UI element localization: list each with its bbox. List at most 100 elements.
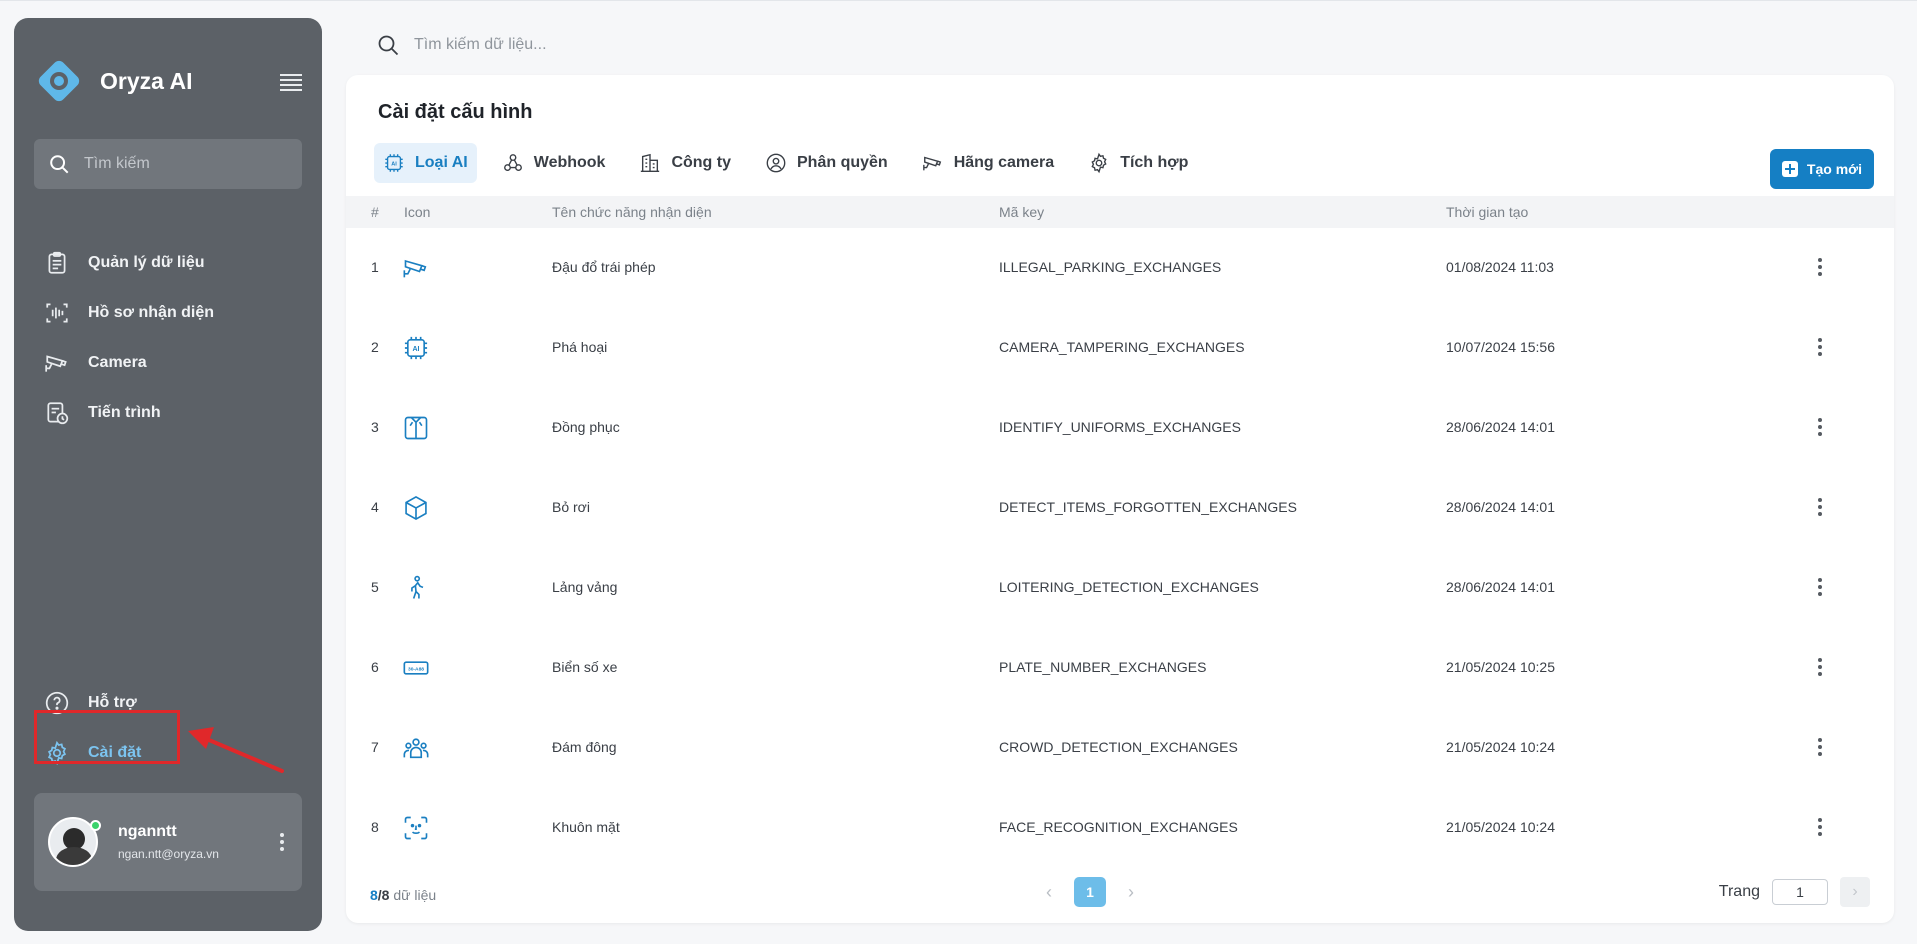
- tab-label: Phân quyền: [797, 154, 888, 171]
- table-row[interactable]: 3 Đồng phục IDENTIFY_UNIFORMS_EXCHANGES …: [346, 388, 1894, 468]
- column-header-time: Thời gian tạo: [1446, 204, 1529, 220]
- walking-person-icon: [411, 575, 424, 599]
- row-key: PLATE_NUMBER_EXCHANGES: [999, 659, 1207, 675]
- brand[interactable]: Oryza AI: [34, 56, 192, 106]
- row-more-options-icon[interactable]: [1818, 818, 1822, 836]
- app-root: Oryza AI Tìm kiếm Quản lý dữ liệu Hồ sơ …: [0, 0, 1917, 944]
- table-row[interactable]: 8 Khuôn mặt FACE_RECOGNITION_EXCHANGES 2…: [346, 788, 1894, 868]
- row-number: 5: [371, 579, 379, 595]
- column-header-name: Tên chức năng nhận diện: [552, 204, 712, 220]
- tab-label: Webhook: [533, 154, 606, 171]
- sidebar-search-input[interactable]: Tìm kiếm: [34, 139, 302, 189]
- tab-label: Loại AI: [415, 154, 468, 171]
- row-key: CAMERA_TAMPERING_EXCHANGES: [999, 339, 1245, 355]
- webhook-icon: [503, 154, 522, 172]
- row-name: Biển số xe: [552, 659, 618, 675]
- global-search-placeholder: Tìm kiếm dữ liệu...: [414, 36, 547, 53]
- row-name: Đậu đổ trái phép: [552, 259, 656, 275]
- svg-text:AI: AI: [391, 161, 397, 167]
- goto-page-next-icon[interactable]: ›: [1840, 877, 1870, 907]
- row-number: 7: [371, 739, 379, 755]
- tab-ai-types[interactable]: AI Loại AI: [374, 143, 477, 183]
- table-row[interactable]: 6 30-A88 Biển số xe PLATE_NUMBER_EXCHANG…: [346, 628, 1894, 708]
- user-more-options-icon[interactable]: [280, 833, 284, 851]
- table-header: # Icon Tên chức năng nhận diện Mã key Th…: [346, 196, 1894, 228]
- row-more-options-icon[interactable]: [1818, 498, 1822, 516]
- row-more-options-icon[interactable]: [1818, 658, 1822, 676]
- search-icon: [378, 35, 399, 56]
- row-number: 3: [371, 419, 379, 435]
- row-name: Phá hoại: [552, 339, 608, 355]
- row-key: LOITERING_DETECTION_EXCHANGES: [999, 579, 1259, 595]
- tab-integration[interactable]: Tích hợp: [1079, 143, 1197, 183]
- sidebar-item-label: Tiến trình: [88, 404, 161, 421]
- row-number: 2: [371, 339, 379, 355]
- user-group-icon: [766, 153, 786, 173]
- create-new-label: Tạo mới: [1806, 161, 1862, 177]
- settings-tabs: AI Loại AI Webhook Công ty Phân quyền Hã…: [374, 143, 1213, 183]
- tab-label: Tích hợp: [1120, 154, 1189, 171]
- sidebar: Oryza AI Tìm kiếm Quản lý dữ liệu Hồ sơ …: [14, 18, 322, 931]
- page-button-current[interactable]: 1: [1074, 877, 1106, 907]
- page-title: Cài đặt cấu hình: [378, 101, 533, 123]
- sidebar-nav: Quản lý dữ liệu Hồ sơ nhận diện Camera T…: [34, 238, 302, 438]
- global-search-input[interactable]: Tìm kiếm dữ liệu...: [376, 31, 547, 59]
- row-time: 10/07/2024 15:56: [1446, 339, 1555, 355]
- next-page-icon[interactable]: ›: [1116, 877, 1146, 907]
- row-name: Đồng phục: [552, 419, 620, 435]
- row-name: Đám đông: [552, 739, 617, 755]
- tab-permissions[interactable]: Phân quyền: [756, 143, 897, 183]
- sidebar-item-recognition-profiles[interactable]: Hồ sơ nhận diện: [34, 288, 302, 338]
- box-icon: [405, 495, 427, 521]
- goto-page-input[interactable]: 1: [1772, 879, 1828, 905]
- row-more-options-icon[interactable]: [1818, 578, 1822, 596]
- sidebar-item-label: Hồ sơ nhận diện: [88, 304, 215, 321]
- table-row[interactable]: 1 Đậu đổ trái phép ILLEGAL_PARKING_EXCHA…: [346, 228, 1894, 308]
- row-key: FACE_RECOGNITION_EXCHANGES: [999, 819, 1238, 835]
- record-count-suffix: dữ liệu: [389, 887, 437, 903]
- menu-toggle-icon[interactable]: [280, 74, 302, 91]
- user-email: ngan.ntt@oryza.vn: [118, 847, 219, 861]
- row-name: Bỏ rơi: [552, 499, 590, 515]
- app-name: Oryza AI: [100, 67, 193, 94]
- row-more-options-icon[interactable]: [1818, 258, 1822, 276]
- column-header-num: #: [371, 204, 379, 220]
- table-row[interactable]: 4 Bỏ rơi DETECT_ITEMS_FORGOTTEN_EXCHANGE…: [346, 468, 1894, 548]
- face-scan-icon: [404, 816, 428, 840]
- prev-page-icon[interactable]: ‹: [1034, 877, 1064, 907]
- user-card[interactable]: nganntt ngan.ntt@oryza.vn: [34, 793, 302, 891]
- svg-text:30-A88: 30-A88: [408, 666, 424, 672]
- table-row[interactable]: 5 Lảng vảng LOITERING_DETECTION_EXCHANGE…: [346, 548, 1894, 628]
- sidebar-item-camera[interactable]: Camera: [34, 338, 302, 388]
- integration-gear-icon: [1091, 152, 1107, 174]
- uniform-shirt-icon: [404, 416, 428, 440]
- sidebar-search-placeholder: Tìm kiếm: [84, 155, 150, 172]
- crowd-icon: [403, 738, 429, 759]
- row-name: Khuôn mặt: [552, 819, 620, 835]
- row-more-options-icon[interactable]: [1818, 418, 1822, 436]
- pagination: ‹ 1 ›: [1034, 877, 1146, 907]
- create-new-button[interactable]: Tạo mới: [1769, 149, 1874, 189]
- cctv-camera-icon: [403, 259, 427, 278]
- ai-chip-icon: AI: [385, 154, 403, 172]
- row-more-options-icon[interactable]: [1818, 338, 1822, 356]
- row-key: IDENTIFY_UNIFORMS_EXCHANGES: [999, 419, 1241, 435]
- row-number: 1: [371, 259, 379, 275]
- tab-label: Hãng camera: [953, 154, 1055, 171]
- row-more-options-icon[interactable]: [1818, 738, 1822, 756]
- tab-company[interactable]: Công ty: [630, 143, 740, 183]
- row-name: Lảng vảng: [552, 579, 618, 595]
- sidebar-item-data-management[interactable]: Quản lý dữ liệu: [34, 238, 302, 288]
- row-time: 21/05/2024 10:24: [1446, 739, 1555, 755]
- user-name: nganntt: [118, 823, 177, 840]
- record-count-shown: 8: [370, 887, 378, 903]
- sidebar-item-progress[interactable]: Tiến trình: [34, 388, 302, 438]
- license-plate-icon: 30-A88: [403, 661, 429, 675]
- table-row[interactable]: 2 AI Phá hoại CAMERA_TAMPERING_EXCHANGES…: [346, 308, 1894, 388]
- goto-page-label: Trang: [1718, 883, 1760, 900]
- record-count: 8/8 dữ liệu: [370, 887, 436, 903]
- table-row[interactable]: 7 Đám đông CROWD_DETECTION_EXCHANGES 21/…: [346, 708, 1894, 788]
- tab-camera-brands[interactable]: Hãng camera: [913, 143, 1064, 183]
- tab-webhook[interactable]: Webhook: [493, 143, 615, 183]
- row-number: 8: [371, 819, 379, 835]
